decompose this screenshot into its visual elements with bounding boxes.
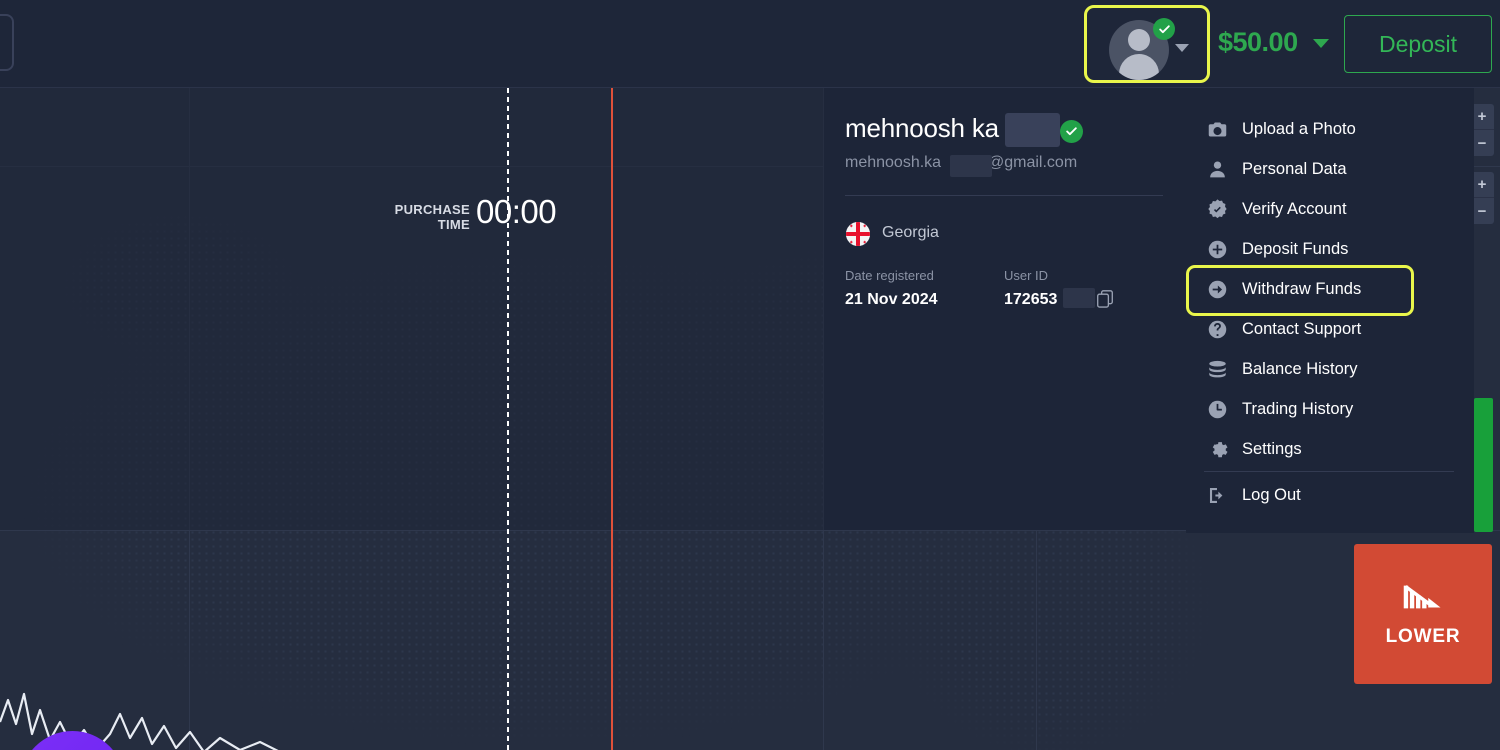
avatar-head-shape [1128,29,1150,51]
user-id-redaction [1063,288,1095,308]
logout-icon [1204,482,1230,508]
deposit-button[interactable]: Deposit [1344,15,1492,73]
expiration-marker [611,88,613,750]
arrow-right-circle-icon [1204,276,1230,302]
menu-item-settings[interactable]: Settings [1204,432,1456,466]
profile-email-domain: @gmail.com [988,154,1078,171]
menu-item-label: Trading History [1242,399,1354,418]
price-scale-indicator [1474,398,1493,532]
price-sparkline [0,692,279,750]
menu-item-label: Personal Data [1242,159,1347,178]
purchase-time-label-line1: PURCHASE [394,202,470,217]
question-circle-icon [1204,316,1230,342]
balance-caret-down-icon[interactable] [1313,39,1329,48]
account-menu: Upload a Photo Personal Data Verify Acco… [1186,88,1474,533]
trading-platform-screen: $50.00 Deposit PURCHASE TIME 00:00 + − +… [0,0,1500,750]
avatar-menu-toggle-highlight[interactable] [1084,5,1210,83]
profile-name-redaction [1005,113,1060,147]
menu-item-label: Settings [1242,439,1302,458]
caret-down-icon[interactable] [1175,44,1189,52]
menu-item-label: Log Out [1242,485,1301,504]
purchase-time-marker [507,88,509,750]
check-badge-icon [1153,18,1175,40]
profile-divider [845,195,1163,196]
purchase-time-value: 00:00 [476,193,557,230]
profile-check-badge-icon [1060,120,1083,143]
person-icon [1204,156,1230,182]
verified-badge-icon [1204,196,1230,222]
user-id-label: User ID [1004,268,1049,283]
menu-item-personal-data[interactable]: Personal Data [1204,152,1456,186]
menu-item-label: Upload a Photo [1242,119,1356,138]
menu-item-label: Balance History [1242,359,1358,378]
profile-card: mehnoosh ka mehnoosh.ka @gmail.com Georg… [824,88,1186,530]
date-registered-value: 21 Nov 2024 [845,291,938,308]
profile-name: mehnoosh ka [845,113,999,143]
menu-item-label: Withdraw Funds [1242,279,1362,298]
profile-country: Georgia [882,224,939,241]
balance-amount[interactable]: $50.00 [1218,27,1298,58]
menu-item-label: Contact Support [1242,319,1362,338]
menu-item-contact-support[interactable]: Contact Support [1204,312,1456,346]
header-left-partial-button[interactable] [0,14,14,71]
menu-item-label: Deposit Funds [1242,239,1349,258]
profile-email-redaction [950,155,992,177]
menu-divider [1204,471,1454,472]
plus-circle-icon [1204,236,1230,262]
top-header: $50.00 Deposit [0,0,1500,88]
camera-icon [1204,116,1230,142]
date-registered-label: Date registered [845,268,934,283]
menu-item-deposit-funds[interactable]: Deposit Funds [1204,232,1456,266]
stack-coins-icon [1204,356,1230,382]
menu-item-verify-account[interactable]: Verify Account [1204,192,1456,226]
gear-icon [1204,436,1230,462]
menu-item-upload-a-photo[interactable]: Upload a Photo [1204,112,1456,146]
avatar-body-shape [1119,54,1159,80]
menu-item-trading-history[interactable]: Trading History [1204,392,1456,426]
lower-trade-button[interactable]: LOWER [1354,544,1492,684]
menu-item-balance-history[interactable]: Balance History [1204,352,1456,386]
lower-trade-button-label: LOWER [1385,626,1461,647]
menu-item-withdraw-funds[interactable]: Withdraw Funds [1204,272,1456,306]
deposit-button-label: Deposit [1379,30,1457,57]
clock-icon [1204,396,1230,422]
profile-email-local: mehnoosh.ka [845,154,942,171]
menu-item-label: Verify Account [1242,199,1347,218]
chart-panel-overlay-shade [0,88,824,530]
copy-icon[interactable] [1097,290,1113,308]
chart-down-arrow-icon [1403,585,1441,609]
user-id-value: 172653 [1004,291,1058,308]
georgia-flag-icon [846,222,870,246]
purchase-time-label-line2: TIME [437,217,470,232]
menu-item-log-out[interactable]: Log Out [1204,478,1456,512]
